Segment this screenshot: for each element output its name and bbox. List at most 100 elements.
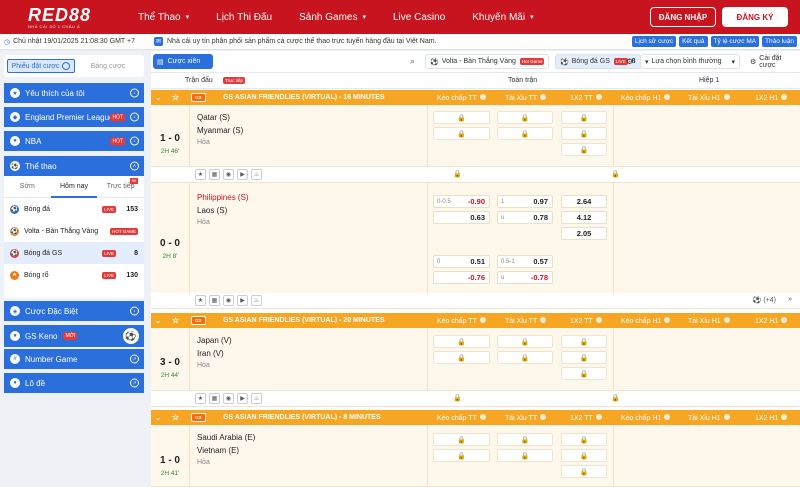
sport-item-volta[interactable]: ⚽ Volta - Bàn Thắng Vàng HOT GAME — [4, 220, 144, 242]
tool-buttons: Lịch sử cược Kết quả Tỷ lệ cược MA Thảo … — [629, 36, 797, 47]
sport-item-football-gs[interactable]: ⚽ Bóng đá GS LIVE 8 — [4, 242, 144, 264]
live-stream-icon[interactable]: ▶ — [237, 295, 248, 306]
chevron-down-icon: ▾ — [362, 14, 366, 21]
fire-icon[interactable]: ♨ — [251, 393, 262, 404]
nav-khuyen-mai[interactable]: Khuyến Mãi ▾ — [472, 12, 533, 23]
register-button[interactable]: ĐĂNG KÝ — [722, 7, 788, 27]
odds-cell[interactable]: u -0.78 — [497, 271, 553, 284]
sidebar-item-number-game[interactable]: # Number Game ↗ — [4, 349, 144, 369]
chevron-down-icon[interactable]: ⌄ — [155, 94, 161, 102]
odds-cell[interactable]: 0 0.51 — [433, 255, 490, 268]
odds-cell[interactable]: -0.76 — [433, 271, 490, 284]
divider — [613, 105, 614, 167]
discussion-button[interactable]: Thảo luận — [762, 36, 797, 47]
chevron-down-icon[interactable]: ⌄ — [155, 414, 161, 422]
match-teams[interactable]: Japan (V) Iran (V) Hòa — [197, 334, 232, 369]
sport-item-basketball[interactable]: ● Bóng rổ LIVE 130 — [4, 264, 144, 286]
stats-icon[interactable]: ▦ — [209, 393, 220, 404]
star-icon[interactable]: ☆ — [172, 93, 179, 102]
sidebar-item-label: Cược Đặc Biệt — [25, 306, 78, 316]
live-stream-icon[interactable]: ▶ — [237, 169, 248, 180]
fire-icon[interactable]: ♨ — [251, 295, 262, 306]
sidebar-item-specials[interactable]: ◈ Cược Đặc Biệt › — [4, 301, 144, 321]
odds-cell[interactable]: 0.5-1 0.57 — [497, 255, 553, 268]
odds-cell[interactable]: 2.64 — [561, 195, 607, 208]
logo-text: RED88 — [28, 4, 92, 25]
tab-early[interactable]: Sớm — [4, 176, 51, 198]
divider — [427, 425, 428, 487]
login-button[interactable]: ĐĂNG NHẬP — [650, 7, 716, 27]
odds-cell[interactable]: u 0.78 — [497, 211, 553, 224]
odds-cell[interactable]: 0.63 — [433, 211, 490, 224]
eye-icon[interactable]: ◉ — [223, 295, 234, 306]
nav-live-casino[interactable]: Live Casino — [393, 12, 445, 23]
league-header[interactable]: ⌄ ☆ GS GS ASIAN FRIENDLIES (VIRTUAL) - 1… — [151, 90, 800, 105]
tab-betslip[interactable]: Phiếu đặt cược — [7, 59, 75, 73]
results-button[interactable]: Kết quả — [679, 36, 708, 47]
league-header[interactable]: ⌄ ☆ GS GS ASIAN FRIENDLIES (VIRTUAL) - 8… — [151, 410, 800, 425]
match-teams[interactable]: Qatar (S) Myanmar (S) Hòa — [197, 111, 243, 146]
odds-value: 0.57 — [533, 257, 548, 266]
league-header[interactable]: ⌄ ☆ GS GS ASIAN FRIENDLIES (VIRTUAL) - 2… — [151, 313, 800, 328]
football-gs-icon: ⚽ — [560, 58, 569, 66]
odds-cell[interactable]: 1 0.97 — [497, 195, 553, 208]
filter-toggle-icon[interactable]: ⚙ — [626, 57, 633, 66]
sidebar-item-epl[interactable]: ◆ England Premier League HOT › — [4, 107, 144, 127]
hdr-hcap-ft: Kèo chấp TT — [437, 93, 486, 102]
tab-today[interactable]: Hôm nay — [50, 176, 98, 198]
sidebar-item-label: Number Game — [25, 354, 78, 364]
tab-bet-list[interactable]: Bảng cược — [75, 59, 141, 73]
more-markets-button[interactable]: ⚽ (+4) — [753, 296, 776, 304]
fire-icon[interactable]: ♨ — [251, 169, 262, 180]
lock-icon: 🔒 — [433, 111, 490, 124]
bet-settings[interactable]: ⚙ Cài đặt cược — [746, 54, 800, 69]
sort-dropdown[interactable]: ▾ Lựa chọn bình thường ▾ — [640, 54, 740, 69]
sidebar-item-nba[interactable]: ● NBA HOT › — [4, 131, 144, 151]
col-label: Kèo chấp H1 — [621, 94, 662, 102]
keno-icon: ● — [10, 331, 20, 341]
hdr-hcap-ft: Kèo chấp TT — [437, 316, 486, 325]
sidebar-item-label: GS Keno — [25, 331, 58, 341]
star-icon[interactable]: ☆ — [172, 316, 179, 325]
nav-lich-thi-dau[interactable]: Lịch Thi Đấu — [216, 12, 272, 23]
stats-icon[interactable]: ▦ — [209, 169, 220, 180]
double-chevron-right-icon[interactable]: » — [788, 296, 792, 303]
sidebar-item-keno[interactable]: ● GS Keno MỚI ⚽ — [4, 325, 144, 347]
info-icon — [664, 316, 671, 323]
search-icon[interactable]: ⌕ — [410, 56, 415, 67]
star-icon[interactable]: ★ — [195, 295, 206, 306]
odds-value: 4.12 — [576, 213, 592, 222]
draw-label: Hòa — [197, 362, 210, 369]
brand-logo[interactable]: RED88 NHÀ CÁI SỐ 1 CHÂU Á — [0, 0, 110, 34]
live-stream-icon[interactable]: ▶ — [237, 393, 248, 404]
volta-icon: ⚽ — [430, 58, 439, 66]
eye-icon[interactable]: ◉ — [223, 169, 234, 180]
match-teams[interactable]: Philippines (S) Laos (S) Hòa — [197, 191, 249, 226]
nav-sanh-games[interactable]: Sảnh Games ▾ — [299, 12, 366, 23]
match-time: 2H 44' — [160, 372, 180, 379]
chevron-down-icon[interactable]: ⌄ — [155, 317, 161, 325]
history-button[interactable]: Lịch sử cược — [631, 36, 677, 47]
sidebar-item-sports[interactable]: ⚽ Thể thao ˄ — [4, 156, 144, 176]
sport-item-football[interactable]: ⚽ Bóng đá LIVE 153 — [4, 198, 144, 220]
star-icon[interactable]: ★ — [195, 393, 206, 404]
odds-type-button[interactable]: Tỷ lệ cược MA — [710, 36, 760, 47]
sidebar-item-lode[interactable]: ● Lô đề ↗ — [4, 373, 144, 393]
odds-cell[interactable]: 2.05 — [561, 227, 607, 240]
sidebar-item-favorites[interactable]: ★ Yêu thích của tôi › — [4, 83, 144, 103]
volta-filter[interactable]: ⚽ Volta - Bàn Thắng Vàng Hot Game — [425, 54, 550, 69]
match-teams[interactable]: Saudi Arabia (E) Vietnam (E) Hòa — [197, 431, 255, 466]
odds-cell[interactable]: 0-0.5 -0.90 — [433, 195, 490, 208]
nav-the-thao[interactable]: Thể Thao ▾ — [138, 12, 189, 23]
tab-live[interactable]: Trực tiếp 99 — [97, 176, 144, 198]
away-team: Myanmar (S) — [197, 126, 244, 135]
odds-cell[interactable]: 4.12 — [561, 211, 607, 224]
parlay-button[interactable]: ▤ Cược xiên — [153, 54, 213, 69]
eye-icon[interactable]: ◉ — [223, 393, 234, 404]
info-icon — [723, 413, 730, 420]
stats-icon[interactable]: ▦ — [209, 295, 220, 306]
star-icon[interactable]: ★ — [195, 169, 206, 180]
total-line: 0.5-1 — [501, 258, 515, 265]
hdr-1x2-ft: 1X2 TT — [570, 316, 602, 325]
star-icon[interactable]: ☆ — [172, 413, 179, 422]
